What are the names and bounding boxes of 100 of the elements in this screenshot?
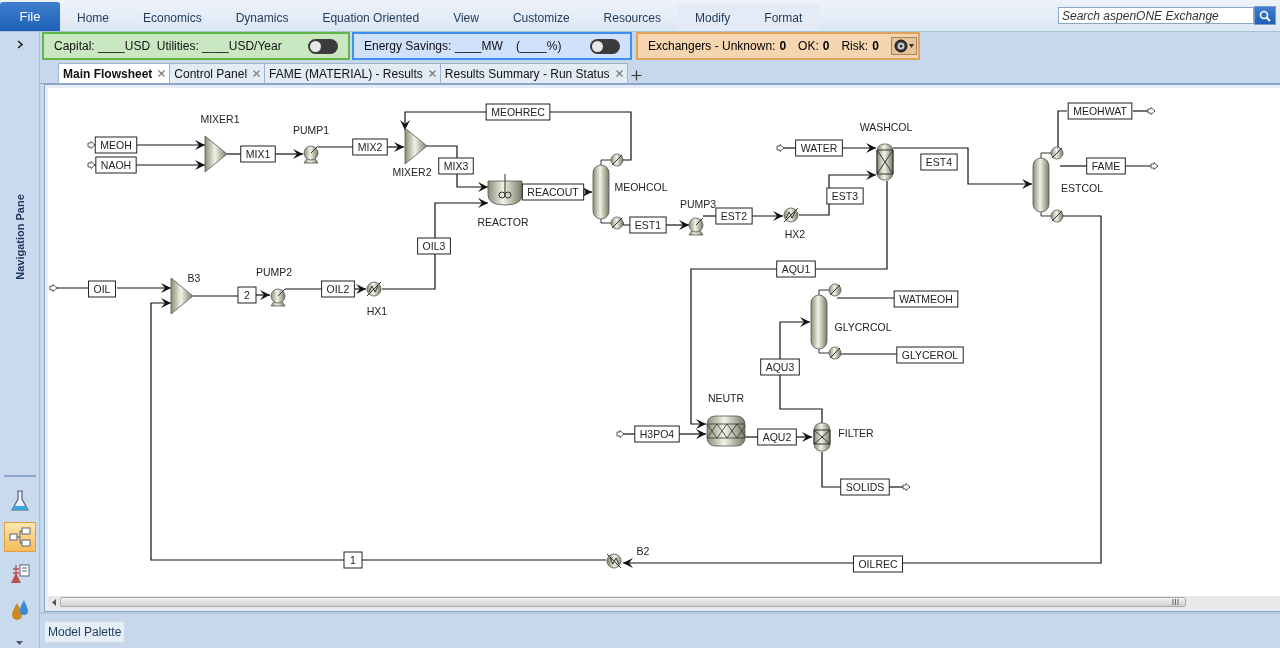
block-label: HX1 [366, 305, 388, 317]
search-button[interactable] [1254, 6, 1276, 25]
stream-label[interactable]: NAOH [95, 156, 137, 174]
block-label: FILTER [838, 427, 874, 439]
search-icon [1259, 9, 1271, 22]
block-label: B2 [636, 545, 650, 557]
stream-label[interactable]: OIL2 [321, 280, 355, 298]
ribbon-tab[interactable]: Customize [495, 4, 587, 31]
stream-label[interactable]: 1 [343, 551, 363, 569]
document-tab[interactable]: Main Flowsheet [58, 63, 171, 83]
stream-label[interactable]: MEOH [94, 136, 138, 154]
stream-label[interactable]: H3PO4 [634, 425, 680, 443]
stream-label[interactable]: OILREC [852, 555, 904, 573]
scroll-thumb[interactable] [60, 597, 1186, 607]
stream-label[interactable]: EST3 [826, 187, 864, 205]
stream-line [381, 252, 436, 290]
tab-label[interactable]: Control Panel [174, 66, 248, 81]
stream-line [354, 284, 367, 294]
tab-label[interactable]: Results Summary - Run Status [444, 66, 610, 81]
stream-label[interactable]: SOLIDS [840, 478, 890, 496]
model-palette-tab[interactable]: Model Palette [45, 622, 125, 642]
stream-line [1132, 107, 1156, 115]
heat-exchanger-icon[interactable] [366, 281, 382, 297]
caret-icon[interactable] [908, 44, 914, 48]
ribbon-tab[interactable]: Economics [126, 4, 219, 31]
search-field[interactable]: Search aspenONE Exchange [1058, 7, 1254, 24]
tab-label[interactable]: Main Flowsheet [63, 66, 153, 81]
stream-line [1059, 165, 1088, 167]
ribbon-tab[interactable]: View [436, 4, 496, 31]
stream-label[interactable]: OIL [88, 280, 116, 298]
block-label: PUMP3 [679, 198, 717, 210]
stream-label[interactable]: EST1 [629, 216, 667, 234]
document-tab[interactable]: Control Panel [169, 63, 266, 83]
stream-label[interactable]: 2 [237, 286, 257, 304]
stream-label[interactable]: WATMEOH [893, 290, 959, 308]
filter-icon[interactable] [813, 422, 831, 452]
close-icon[interactable] [253, 70, 261, 77]
pump-icon[interactable] [303, 145, 319, 164]
block-label: MIXER1 [200, 113, 240, 125]
close-icon[interactable] [428, 70, 436, 77]
ribbon-tab[interactable]: Format [747, 4, 820, 31]
toggle-switch[interactable] [308, 38, 338, 54]
stream-label[interactable]: AQU3 [760, 358, 800, 376]
stream-label[interactable]: GLYCEROL [896, 346, 964, 364]
stream-label[interactable]: FAME [1086, 157, 1126, 175]
block-label: WASHCOL [859, 121, 913, 133]
tab-label[interactable]: FAME (MATERIAL) - Results [269, 66, 423, 81]
stream-label[interactable]: WATER [795, 139, 843, 157]
ribbon-tab[interactable]: Dynamics [218, 4, 306, 31]
ribbon-tab[interactable]: Equation Oriented [305, 4, 437, 31]
packed-column-icon[interactable] [876, 143, 894, 181]
stirred-reactor-icon[interactable] [487, 173, 523, 206]
block-label: MIXER2 [392, 166, 432, 178]
stream-line [385, 142, 405, 152]
ribbon-tab[interactable]: Home [60, 4, 126, 31]
block-label: B3 [187, 272, 201, 284]
document-tab[interactable]: FAME (MATERIAL) - Results [264, 63, 441, 83]
pump-icon[interactable] [688, 217, 704, 236]
count-value: 0 [872, 39, 879, 53]
distillation-column-icon[interactable] [1032, 146, 1064, 223]
stream-label[interactable]: MEOHREC [485, 103, 551, 121]
stream-line [136, 140, 206, 150]
stream-label[interactable]: MEOHWAT [1067, 102, 1133, 120]
heat-exchanger-icon[interactable] [783, 207, 799, 223]
ribbon-tab[interactable]: Resources [586, 4, 678, 31]
stream-label[interactable]: EST2 [715, 207, 753, 225]
stream-label[interactable]: AQU2 [757, 428, 797, 446]
stream-label[interactable]: EST4 [920, 153, 958, 171]
block-label: GLYCRCOL [834, 321, 892, 333]
stream-line [87, 141, 96, 149]
stream-line [284, 288, 323, 290]
packed-vessel-icon[interactable] [706, 415, 746, 447]
exchanger-options-button[interactable] [890, 37, 917, 55]
close-icon[interactable] [615, 70, 623, 77]
stream-label[interactable]: OIL3 [417, 237, 451, 255]
close-icon[interactable] [158, 70, 166, 77]
stream-line [1124, 162, 1159, 170]
file-menu-button[interactable]: File [0, 2, 60, 31]
caret-icon[interactable] [16, 641, 23, 645]
stream-label[interactable]: MIX2 [352, 138, 388, 156]
stream-line [1057, 110, 1068, 149]
flowsheet-icon [7, 525, 32, 550]
stream-line [134, 160, 206, 170]
mixer-icon[interactable] [204, 135, 228, 173]
toggle-switch[interactable] [590, 38, 620, 54]
block-label: MEOHCOL [614, 181, 668, 193]
block-label: PUMP2 [255, 266, 293, 278]
pump-icon[interactable] [270, 288, 286, 307]
count-value: 0 [822, 39, 830, 53]
horizontal-scrollbar[interactable] [48, 596, 1280, 608]
navigation-tool[interactable] [3, 521, 36, 553]
document-tab[interactable]: Results Summary - Run Status [439, 63, 628, 83]
mixer-icon[interactable] [404, 127, 428, 165]
stream-label[interactable]: REACOUT [521, 183, 585, 201]
stream-label[interactable]: MIX3 [438, 157, 474, 175]
heat-exchanger-icon[interactable] [606, 553, 622, 569]
panel-label: Risk: [841, 39, 869, 53]
stream-label[interactable]: AQU1 [776, 260, 816, 278]
stream-label[interactable]: MIX1 [240, 145, 276, 163]
ribbon-tab[interactable]: Modify [677, 4, 748, 31]
